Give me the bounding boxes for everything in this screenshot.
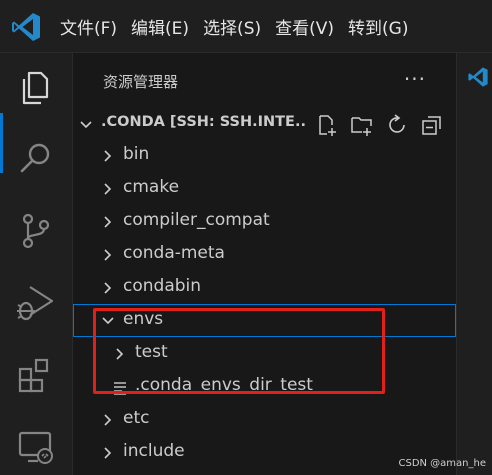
tree-item-label: condabin <box>123 276 201 296</box>
menu-go[interactable]: 转到(G) <box>348 14 408 39</box>
explorer-icon[interactable] <box>14 67 58 111</box>
menu-selection[interactable]: 选择(S) <box>203 14 261 39</box>
more-actions-button[interactable]: ··· <box>404 67 426 91</box>
chevron-right-icon <box>101 445 115 464</box>
search-icon[interactable] <box>14 137 58 181</box>
chevron-right-icon <box>101 181 115 200</box>
menu-file[interactable]: 文件(F) <box>60 14 117 39</box>
tree-item-label: bin <box>123 144 149 164</box>
chevron-right-icon <box>101 280 115 299</box>
tree-item-conda-meta[interactable]: conda-meta <box>73 238 456 271</box>
tree-item-compiler-compat[interactable]: compiler_compat <box>73 205 456 238</box>
tree-item-cmake[interactable]: cmake <box>73 172 456 205</box>
tree-item-label: cmake <box>123 177 179 197</box>
tree-item-label: include <box>123 441 185 461</box>
remote-explorer-icon[interactable] <box>14 425 58 469</box>
tree-item-label: compiler_compat <box>123 210 270 230</box>
refresh-icon[interactable] <box>385 113 409 137</box>
new-folder-icon[interactable] <box>350 113 374 137</box>
extensions-icon[interactable] <box>14 353 58 397</box>
chevron-right-icon <box>101 412 115 431</box>
tree-item-condabin[interactable]: condabin <box>73 271 456 304</box>
explorer-title: 资源管理器 <box>103 71 178 92</box>
collapse-all-icon[interactable] <box>420 113 444 137</box>
tree-item-label: etc <box>123 408 149 428</box>
chevron-right-icon <box>101 148 115 167</box>
title-bar: 文件(F) 编辑(E) 选择(S) 查看(V) 转到(G) <box>0 0 492 53</box>
editor-area <box>456 53 492 475</box>
run-debug-icon[interactable] <box>14 281 58 325</box>
highlight-annotation-box <box>93 308 385 394</box>
menu-bar: 文件(F) 编辑(E) 选择(S) 查看(V) 转到(G) <box>60 0 422 52</box>
menu-view[interactable]: 查看(V) <box>275 14 334 39</box>
vscode-logo-icon <box>467 66 489 88</box>
activity-bar <box>0 53 73 475</box>
menu-edit[interactable]: 编辑(E) <box>131 14 189 39</box>
explorer-sidebar: 资源管理器 ··· .CONDA [SSH: SSH.INTE... bin <box>73 53 456 475</box>
workspace-folder-header[interactable]: .CONDA [SSH: SSH.INTE... <box>73 109 456 139</box>
chevron-right-icon <box>101 247 115 266</box>
chevron-down-icon <box>79 117 93 136</box>
new-file-icon[interactable] <box>315 113 339 137</box>
tree-item-bin[interactable]: bin <box>73 139 456 172</box>
source-control-icon[interactable] <box>14 209 58 253</box>
active-indicator <box>0 113 3 173</box>
chevron-right-icon <box>101 214 115 233</box>
tree-item-label: conda-meta <box>123 243 225 263</box>
watermark: CSDN @aman_he <box>398 458 486 469</box>
vscode-logo-icon <box>10 11 42 43</box>
editor-tab[interactable] <box>457 53 492 99</box>
tree-item-etc[interactable]: etc <box>73 403 456 436</box>
workspace-folder-title: .CONDA [SSH: SSH.INTE... <box>101 114 306 130</box>
